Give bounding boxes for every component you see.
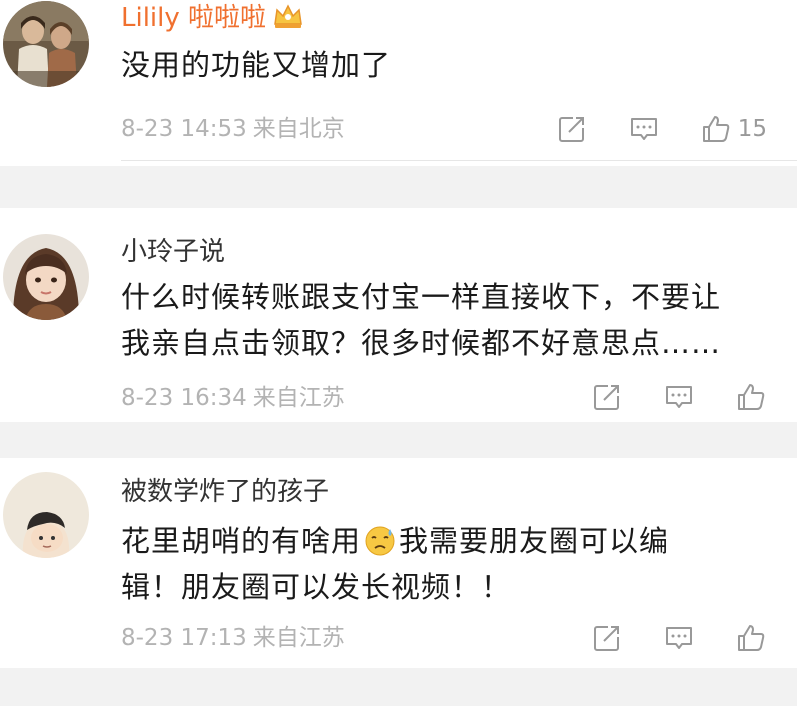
comment-feed: Lilily 啦啦啦 没用的功能又增加了 8-23 14:53 来自北京 15 … bbox=[0, 0, 797, 706]
comment-source: 来自北京 bbox=[252, 116, 345, 142]
username-text[interactable]: Lilily 啦啦啦 bbox=[121, 3, 266, 33]
like-button[interactable] bbox=[735, 381, 767, 413]
comment-meta: 8-23 17:13 来自江苏 bbox=[121, 624, 345, 652]
comment-text-line: 花里胡哨的有啥用 我需要朋友圈可以编 bbox=[121, 518, 781, 564]
reply-button[interactable] bbox=[628, 113, 660, 145]
avatar-cartoon-boy-icon bbox=[3, 472, 89, 558]
comment-icon bbox=[666, 627, 692, 649]
like-button[interactable] bbox=[735, 622, 767, 654]
comment-item: 被数学炸了的孩子 花里胡哨的有啥用 我需要朋友圈可以编 辑！朋友圈可以发长视频！… bbox=[0, 458, 797, 668]
comment-actions: 15 bbox=[516, 112, 767, 146]
share-button[interactable] bbox=[591, 381, 623, 413]
comment-date: 8-23 16:34 bbox=[121, 385, 247, 411]
comment-meta: 8-23 16:34 来自江苏 bbox=[121, 384, 345, 412]
comment-item: Lilily 啦啦啦 没用的功能又增加了 8-23 14:53 来自北京 15 bbox=[0, 0, 797, 166]
comment-text: 没用的功能又增加了 bbox=[121, 48, 392, 82]
avatar[interactable] bbox=[3, 472, 89, 558]
thumbs-up-icon bbox=[738, 625, 765, 651]
comment-text-line: 辑！朋友圈可以发长视频！！ bbox=[121, 570, 512, 604]
thumbs-up-icon bbox=[702, 116, 729, 142]
comment-actions bbox=[551, 621, 767, 655]
comment-meta: 8-23 14:53 来自北京 bbox=[121, 115, 345, 143]
comment-text-line: 什么时候转账跟支付宝一样直接收下，不要让 bbox=[121, 280, 722, 314]
avatar[interactable] bbox=[3, 1, 89, 87]
comment-text-part: 花里胡哨的有啥用 bbox=[121, 524, 362, 558]
reply-button[interactable] bbox=[663, 622, 695, 654]
comment-item: 小玲子说 什么时候转账跟支付宝一样直接收下，不要让 我亲自点击领取？很多时候都不… bbox=[0, 208, 797, 422]
avatar-two-women-icon bbox=[3, 1, 89, 87]
share-icon bbox=[558, 117, 584, 142]
share-icon bbox=[594, 626, 619, 651]
comment-text-line: 我亲自点击领取？很多时候都不好意思点…… bbox=[121, 326, 722, 360]
comment-date: 8-23 14:53 bbox=[121, 116, 247, 142]
thumbs-up-icon bbox=[738, 384, 765, 410]
sweat-face-emoji bbox=[365, 526, 395, 556]
comment-text: 花里胡哨的有啥用 我需要朋友圈可以编 辑！朋友圈可以发长视频！！ bbox=[121, 518, 781, 610]
crown-vip-icon bbox=[274, 4, 302, 28]
comment-source: 来自江苏 bbox=[252, 625, 345, 651]
comment-icon bbox=[666, 386, 692, 408]
avatar-girl-bangs-icon bbox=[3, 234, 89, 320]
comment-date: 8-23 17:13 bbox=[121, 625, 247, 651]
reply-button[interactable] bbox=[663, 381, 695, 413]
comment-actions bbox=[551, 380, 767, 414]
avatar[interactable] bbox=[3, 234, 89, 320]
comment-text: 什么时候转账跟支付宝一样直接收下，不要让 我亲自点击领取？很多时候都不好意思点…… bbox=[121, 274, 781, 366]
share-button[interactable] bbox=[591, 622, 623, 654]
username[interactable]: 小玲子说 bbox=[121, 236, 225, 268]
like-count: 15 bbox=[737, 116, 767, 142]
username[interactable]: 被数学炸了的孩子 bbox=[121, 476, 329, 508]
like-button[interactable]: 15 bbox=[700, 113, 767, 145]
username[interactable]: Lilily 啦啦啦 bbox=[121, 2, 304, 34]
comment-text-part: 我需要朋友圈可以编 bbox=[399, 524, 670, 558]
share-icon bbox=[594, 385, 619, 410]
share-button[interactable] bbox=[556, 113, 588, 145]
comment-icon bbox=[630, 118, 657, 140]
comment-source: 来自江苏 bbox=[252, 385, 345, 411]
divider bbox=[121, 160, 797, 161]
